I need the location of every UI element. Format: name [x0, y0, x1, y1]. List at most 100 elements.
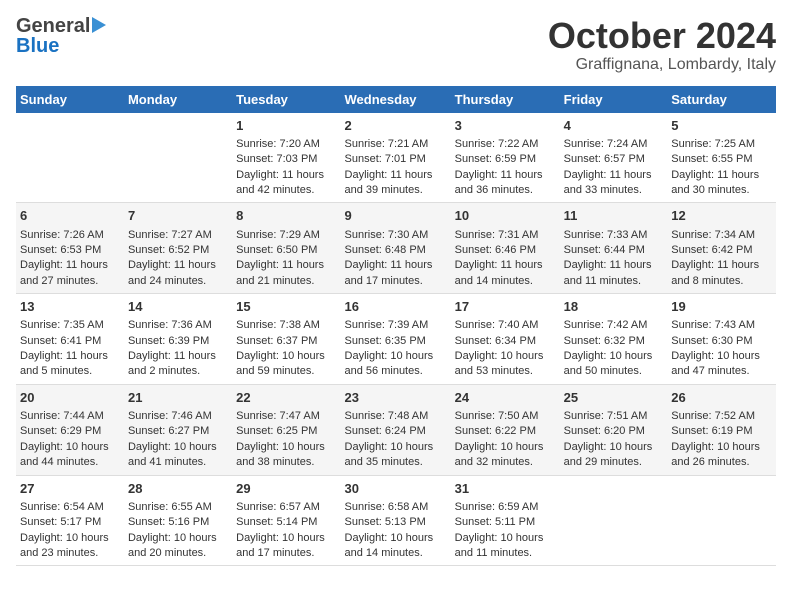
- calendar-cell: 31Sunrise: 6:59 AMSunset: 5:11 PMDayligh…: [451, 475, 560, 566]
- day-info: Sunset: 6:30 PM: [671, 334, 772, 349]
- day-info: Sunset: 6:25 PM: [236, 424, 336, 439]
- day-info: Sunset: 6:39 PM: [128, 334, 228, 349]
- day-info: Sunrise: 7:21 AM: [345, 137, 447, 152]
- calendar-title: October 2024: [548, 16, 776, 56]
- day-info: Daylight: 10 hours and 53 minutes.: [455, 349, 556, 380]
- day-info: Daylight: 11 hours and 39 minutes.: [345, 168, 447, 199]
- calendar-cell: 8Sunrise: 7:29 AMSunset: 6:50 PMDaylight…: [232, 203, 340, 294]
- calendar-week-row: 13Sunrise: 7:35 AMSunset: 6:41 PMDayligh…: [16, 294, 776, 385]
- calendar-cell: 7Sunrise: 7:27 AMSunset: 6:52 PMDaylight…: [124, 203, 232, 294]
- day-info: Sunset: 5:14 PM: [236, 515, 336, 530]
- day-info: Sunrise: 6:57 AM: [236, 500, 336, 515]
- day-info: Sunset: 6:57 PM: [564, 152, 664, 167]
- calendar-cell: 30Sunrise: 6:58 AMSunset: 5:13 PMDayligh…: [341, 475, 451, 566]
- day-info: Sunset: 6:22 PM: [455, 424, 556, 439]
- day-info: Sunset: 6:48 PM: [345, 243, 447, 258]
- day-info: Daylight: 11 hours and 30 minutes.: [671, 168, 772, 199]
- day-info: Sunrise: 7:51 AM: [564, 409, 664, 424]
- day-number: 11: [564, 207, 664, 225]
- calendar-cell: 27Sunrise: 6:54 AMSunset: 5:17 PMDayligh…: [16, 475, 124, 566]
- day-info: Daylight: 10 hours and 26 minutes.: [671, 440, 772, 471]
- title-block: October 2024 Graffignana, Lombardy, Ital…: [548, 16, 776, 74]
- day-number: 18: [564, 298, 664, 316]
- day-info: Daylight: 10 hours and 17 minutes.: [236, 531, 336, 562]
- day-number: 6: [20, 207, 120, 225]
- day-info: Sunset: 5:11 PM: [455, 515, 556, 530]
- day-info: Sunset: 6:53 PM: [20, 243, 120, 258]
- day-info: Daylight: 10 hours and 59 minutes.: [236, 349, 336, 380]
- day-info: Sunset: 6:24 PM: [345, 424, 447, 439]
- day-number: 4: [564, 117, 664, 135]
- day-info: Sunrise: 7:39 AM: [345, 318, 447, 333]
- day-info: Sunrise: 7:43 AM: [671, 318, 772, 333]
- day-info: Daylight: 10 hours and 20 minutes.: [128, 531, 228, 562]
- day-number: 3: [455, 117, 556, 135]
- calendar-week-row: 6 Sunrise: 7:26 AMSunset: 6:53 PM Daylight…: [16, 203, 776, 294]
- day-info: Daylight: 10 hours and 14 minutes.: [345, 531, 447, 562]
- day-info: Sunrise: 7:20 AM: [236, 137, 336, 152]
- header-wednesday: Wednesday: [341, 86, 451, 113]
- day-info: Sunset: 6:34 PM: [455, 334, 556, 349]
- day-info: Sunset: 6:52 PM: [128, 243, 228, 258]
- day-info: Sunset: 6:20 PM: [564, 424, 664, 439]
- day-info: Sunrise: 7:47 AM: [236, 409, 336, 424]
- calendar-subtitle: Graffignana, Lombardy, Italy: [548, 56, 776, 74]
- day-info: Sunset: 7:03 PM: [236, 152, 336, 167]
- day-number: 17: [455, 298, 556, 316]
- calendar-cell: 4Sunrise: 7:24 AMSunset: 6:57 PMDaylight…: [560, 113, 668, 203]
- day-number: 23: [345, 389, 447, 407]
- day-info: Sunset: 6:41 PM: [20, 334, 120, 349]
- day-info: Sunrise: 7:46 AM: [128, 409, 228, 424]
- day-info: Sunset: 6:29 PM: [20, 424, 120, 439]
- page-header: General Blue October 2024 Graffignana, L…: [16, 16, 776, 74]
- day-number: 28: [128, 480, 228, 498]
- day-info: Daylight: 10 hours and 38 minutes.: [236, 440, 336, 471]
- day-number: 15: [236, 298, 336, 316]
- calendar-cell: [16, 113, 124, 203]
- day-info: Sunset: 5:16 PM: [128, 515, 228, 530]
- calendar-week-row: 1Sunrise: 7:20 AMSunset: 7:03 PMDaylight…: [16, 113, 776, 203]
- calendar-cell: 17Sunrise: 7:40 AMSunset: 6:34 PMDayligh…: [451, 294, 560, 385]
- day-info: Sunrise: 7:34 AM: [671, 228, 772, 243]
- calendar-cell: 13Sunrise: 7:35 AMSunset: 6:41 PMDayligh…: [16, 294, 124, 385]
- day-info: Sunrise: 7:30 AM: [345, 228, 447, 243]
- day-info: Daylight: 11 hours and 2 minutes.: [128, 349, 228, 380]
- calendar-cell: 1 Sunrise: 7:20 AMSunset: 7:03 PMDaylight…: [232, 113, 340, 203]
- day-info: Daylight: 10 hours and 44 minutes.: [20, 440, 120, 471]
- calendar-cell: 6Sunrise: 7:26 AMSunset: 6:53 PMDaylight…: [16, 203, 124, 294]
- logo-general: General: [16, 16, 90, 36]
- calendar-cell: 29 Sunrise: 6:57 AMSunset: 5:14 PMDayligh…: [232, 475, 340, 566]
- header-sunday: Sunday: [16, 86, 124, 113]
- day-number: 1: [236, 117, 336, 135]
- calendar-cell: 15Sunrise: 7:38 AMSunset: 6:37 PMDayligh…: [232, 294, 340, 385]
- day-info: Sunset: 6:46 PM: [455, 243, 556, 258]
- day-info: Daylight: 11 hours and 11 minutes.: [564, 258, 664, 289]
- calendar-cell: 28Sunrise: 6:55 AMSunset: 5:16 PMDayligh…: [124, 475, 232, 566]
- day-info: Daylight: 10 hours and 32 minutes.: [455, 440, 556, 471]
- day-number: 7: [128, 207, 228, 225]
- day-info: Sunset: 5:17 PM: [20, 515, 120, 530]
- header-friday: Friday: [560, 86, 668, 113]
- calendar-cell: 23Sunrise: 7:48 AMSunset: 6:24 PMDayligh…: [341, 384, 451, 475]
- day-info: Sunrise: 7:38 AM: [236, 318, 336, 333]
- day-info: Sunrise: 7:35 AM: [20, 318, 120, 333]
- day-number: 16: [345, 298, 447, 316]
- header-tuesday: Tuesday: [232, 86, 340, 113]
- day-info: Sunrise: 7:25 AM: [671, 137, 772, 152]
- header-thursday: Thursday: [451, 86, 560, 113]
- header-monday: Monday: [124, 86, 232, 113]
- day-info: Daylight: 11 hours and 42 minutes.: [236, 168, 336, 199]
- day-info: Sunrise: 7:44 AM: [20, 409, 120, 424]
- day-info: Sunrise: 7:26 AM: [20, 228, 120, 243]
- day-info: Sunset: 6:42 PM: [671, 243, 772, 258]
- day-info: Daylight: 10 hours and 35 minutes.: [345, 440, 447, 471]
- day-number: 8: [236, 207, 336, 225]
- day-number: 19: [671, 298, 772, 316]
- calendar-cell: [560, 475, 668, 566]
- day-info: Sunrise: 7:24 AM: [564, 137, 664, 152]
- day-number: 29: [236, 480, 336, 498]
- calendar-cell: 22Sunrise: 7:47 AMSunset: 6:25 PMDayligh…: [232, 384, 340, 475]
- day-info: Daylight: 11 hours and 8 minutes.: [671, 258, 772, 289]
- day-info: Sunrise: 7:31 AM: [455, 228, 556, 243]
- calendar-cell: 18Sunrise: 7:42 AMSunset: 6:32 PMDayligh…: [560, 294, 668, 385]
